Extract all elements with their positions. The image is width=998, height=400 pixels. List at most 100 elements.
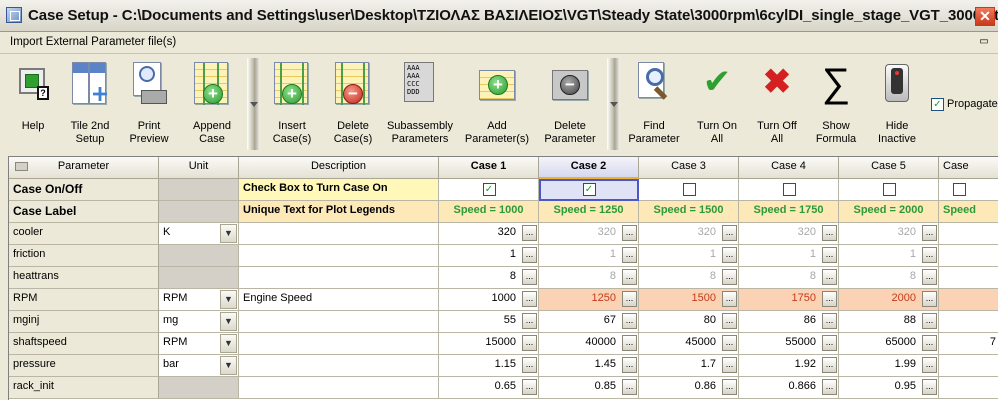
case-5-label-cell[interactable]: Speed = 2000 — [839, 201, 939, 223]
ellipsis-button[interactable]: ... — [922, 247, 937, 263]
case-5-checkbox[interactable] — [882, 183, 896, 196]
case-value-cell[interactable]: 1.45... — [539, 355, 639, 377]
tile-2nd-setup-button[interactable]: Tile 2nd Setup — [64, 62, 116, 150]
ellipsis-button[interactable]: ... — [822, 335, 837, 351]
ellipsis-button[interactable]: ... — [822, 247, 837, 263]
unit-select[interactable]: K ▼ — [159, 223, 239, 245]
case-value-cell[interactable]: 320... — [639, 223, 739, 245]
subassembly-parameters-button[interactable]: AAA AAA CCC DDD Subassembly Parameters — [386, 62, 454, 150]
ellipsis-button[interactable]: ... — [622, 379, 637, 395]
ellipsis-button[interactable]: ... — [922, 225, 937, 241]
case-value-cell[interactable]: 1.7... — [639, 355, 739, 377]
case-3-header[interactable]: Case 3 — [639, 157, 739, 179]
ellipsis-button[interactable]: ... — [622, 269, 637, 285]
toolbar-separator-2[interactable] — [607, 58, 620, 150]
insert-case-button[interactable]: + Insert Case(s) — [268, 62, 316, 150]
parameter-description[interactable] — [239, 311, 439, 333]
ellipsis-button[interactable]: ... — [822, 291, 837, 307]
ellipsis-button[interactable]: ... — [522, 247, 537, 263]
case-value-cell[interactable]: 1... — [439, 245, 539, 267]
ellipsis-button[interactable]: ... — [622, 335, 637, 351]
case-value-cell[interactable]: 86... — [739, 311, 839, 333]
ellipsis-button[interactable]: ... — [922, 379, 937, 395]
ellipsis-button[interactable]: ... — [722, 357, 737, 373]
case-6-label-cell[interactable]: Speed — [939, 201, 998, 223]
chevron-down-icon[interactable]: ▼ — [220, 224, 237, 243]
show-formula-button[interactable]: ∑ Show Formula — [810, 62, 862, 150]
chevron-down-icon[interactable]: ▼ — [220, 312, 237, 331]
parameter-description[interactable] — [239, 245, 439, 267]
case-value-cell[interactable] — [939, 311, 998, 333]
delete-case-button[interactable]: − Delete Case(s) — [328, 62, 378, 150]
case-value-cell[interactable]: 8... — [539, 267, 639, 289]
case-4-checkbox[interactable] — [782, 183, 796, 196]
append-case-button[interactable]: + Append Case — [186, 62, 238, 150]
case-value-cell[interactable]: 1.99... — [839, 355, 939, 377]
case-value-cell[interactable]: 1... — [539, 245, 639, 267]
ellipsis-button[interactable]: ... — [622, 313, 637, 329]
restore-icon[interactable]: ▭ — [978, 36, 990, 48]
case-value-cell[interactable]: 8... — [639, 267, 739, 289]
case-value-cell[interactable]: 40000... — [539, 333, 639, 355]
ellipsis-button[interactable]: ... — [922, 313, 937, 329]
import-external-parameter-link[interactable]: Import External Parameter file(s) — [10, 36, 176, 48]
ellipsis-button[interactable]: ... — [522, 225, 537, 241]
ellipsis-button[interactable]: ... — [622, 247, 637, 263]
ellipsis-button[interactable]: ... — [722, 225, 737, 241]
ellipsis-button[interactable]: ... — [822, 225, 837, 241]
case-value-cell[interactable] — [939, 267, 998, 289]
case-value-cell[interactable]: 1250... — [539, 289, 639, 311]
ellipsis-button[interactable]: ... — [622, 357, 637, 373]
parameter-column-header[interactable]: Parameter — [9, 157, 159, 179]
ellipsis-button[interactable]: ... — [622, 291, 637, 307]
case-value-cell[interactable]: 1000... — [439, 289, 539, 311]
case-6-checkbox[interactable] — [953, 183, 966, 196]
case-value-cell[interactable]: 1... — [839, 245, 939, 267]
case-4-header[interactable]: Case 4 — [739, 157, 839, 179]
ellipsis-button[interactable]: ... — [822, 379, 837, 395]
case-value-cell[interactable] — [939, 289, 998, 311]
case-value-cell[interactable] — [939, 355, 998, 377]
ellipsis-button[interactable]: ... — [822, 357, 837, 373]
description-column-header[interactable]: Description — [239, 157, 439, 179]
case-value-cell[interactable]: 8... — [739, 267, 839, 289]
case-1-label-cell[interactable]: Speed = 1000 — [439, 201, 539, 223]
ellipsis-button[interactable]: ... — [822, 313, 837, 329]
ellipsis-button[interactable]: ... — [722, 313, 737, 329]
case-2-checkbox[interactable]: ✓ — [582, 183, 596, 196]
ellipsis-button[interactable]: ... — [722, 247, 737, 263]
case-value-cell[interactable]: 1... — [639, 245, 739, 267]
case-value-cell[interactable] — [939, 245, 998, 267]
case-value-cell[interactable]: 88... — [839, 311, 939, 333]
case-6-header[interactable]: Case — [939, 157, 998, 179]
case-value-cell[interactable]: 1500... — [639, 289, 739, 311]
case-value-cell[interactable]: 55000... — [739, 333, 839, 355]
case-value-cell[interactable]: 320... — [539, 223, 639, 245]
ellipsis-button[interactable]: ... — [622, 225, 637, 241]
chevron-down-icon[interactable]: ▼ — [220, 290, 237, 309]
ellipsis-button[interactable]: ... — [822, 269, 837, 285]
parameter-description[interactable] — [239, 223, 439, 245]
case-value-cell[interactable]: 8... — [839, 267, 939, 289]
case-value-cell[interactable]: 1.92... — [739, 355, 839, 377]
case-value-cell[interactable]: 7 — [939, 333, 998, 355]
case-value-cell[interactable]: 0.95... — [839, 377, 939, 399]
case-2-label-cell[interactable]: Speed = 1250 — [539, 201, 639, 223]
parameter-description[interactable] — [239, 267, 439, 289]
delete-parameter-button[interactable]: − Delete Parameter — [540, 62, 600, 150]
case-value-cell[interactable]: 65000... — [839, 333, 939, 355]
toolbar-separator[interactable] — [247, 58, 260, 150]
case-value-cell[interactable]: 320... — [439, 223, 539, 245]
case-1-header[interactable]: Case 1 — [439, 157, 539, 179]
ellipsis-button[interactable]: ... — [522, 379, 537, 395]
case-4-label-cell[interactable]: Speed = 1750 — [739, 201, 839, 223]
case-value-cell[interactable]: 1750... — [739, 289, 839, 311]
propagate-check-icon[interactable]: ✓ — [931, 98, 944, 111]
turn-off-all-button[interactable]: ✖ Turn Off All — [750, 62, 804, 150]
parameter-description[interactable] — [239, 333, 439, 355]
case-value-cell[interactable]: 0.86... — [639, 377, 739, 399]
ellipsis-button[interactable]: ... — [922, 291, 937, 307]
case-value-cell[interactable] — [939, 223, 998, 245]
ellipsis-button[interactable]: ... — [722, 335, 737, 351]
case-value-cell[interactable]: 80... — [639, 311, 739, 333]
